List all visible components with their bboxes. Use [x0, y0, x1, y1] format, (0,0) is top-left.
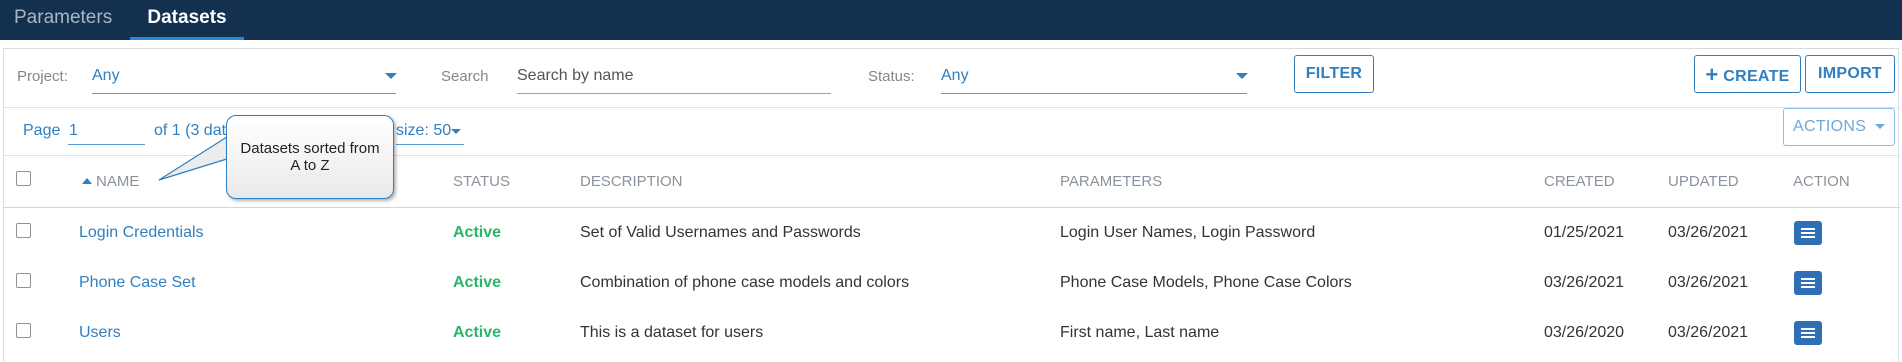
parameters-value: First name, Last name [1060, 324, 1220, 341]
description-value: This is a dataset for users [580, 324, 764, 341]
parameters-value: Login User Names, Login Password [1060, 224, 1316, 241]
actions-button-label: ACTIONS [1793, 118, 1867, 135]
filter-button[interactable]: FILTER [1294, 55, 1374, 93]
table-header-divider [4, 207, 1900, 208]
status-value: Active [453, 324, 502, 341]
project-dropdown-value: Any [92, 67, 120, 84]
page-count-text: of 1 (3 dat [154, 122, 227, 139]
datasets-panel: Project: Any Search Search by name Statu… [3, 48, 1900, 362]
dataset-name-link[interactable]: Login Credentials [79, 224, 204, 242]
row-action-menu-button[interactable] [1794, 221, 1822, 245]
column-header-created[interactable]: CREATED [1544, 173, 1615, 190]
column-header-name-label: NAME [96, 173, 140, 190]
page-label: Page [23, 122, 61, 139]
status-value: Active [453, 274, 502, 291]
sort-up-icon [82, 178, 92, 184]
column-header-status[interactable]: STATUS [453, 173, 510, 190]
updated-value: 03/26/2021 [1668, 324, 1749, 341]
status-dropdown-value: Any [941, 67, 969, 84]
description-value: Combination of phone case models and col… [580, 274, 910, 291]
caret-down-icon [1874, 124, 1885, 129]
column-header-action: ACTION [1793, 173, 1850, 190]
create-button-label: CREATE [1723, 68, 1790, 85]
row-checkbox[interactable] [16, 223, 31, 238]
tab-parameters[interactable]: Parameters [14, 0, 112, 40]
created-value: 03/26/2020 [1544, 324, 1625, 341]
row-checkbox[interactable] [16, 323, 31, 338]
tab-datasets[interactable]: Datasets [130, 0, 244, 40]
caret-down-icon [1236, 73, 1248, 79]
page-input-underline [68, 144, 145, 145]
row-action-menu-button[interactable] [1794, 321, 1822, 345]
created-value: 03/26/2021 [1544, 274, 1625, 291]
project-dropdown-underline [92, 93, 396, 94]
filter-divider [4, 107, 1900, 108]
active-tab-indicator [130, 37, 244, 40]
sort-annotation-callout: Datasets sorted from A to Z [226, 115, 394, 199]
search-placeholder: Search by name [517, 67, 634, 84]
column-header-description[interactable]: DESCRIPTION [580, 173, 683, 190]
dataset-name-link[interactable]: Phone Case Set [79, 274, 196, 292]
row-action-menu-button[interactable] [1794, 271, 1822, 295]
page-size-value: size: 50 [396, 122, 452, 139]
description-value: Set of Valid Usernames and Passwords [580, 224, 861, 241]
created-value: 01/25/2021 [1544, 224, 1625, 241]
status-dropdown-underline [941, 93, 1247, 94]
row-checkbox[interactable] [16, 273, 31, 288]
plus-icon: + [1705, 62, 1719, 87]
parameters-value: Phone Case Models, Phone Case Colors [1060, 274, 1352, 291]
column-header-parameters[interactable]: PARAMETERS [1060, 173, 1162, 190]
updated-value: 03/26/2021 [1668, 224, 1749, 241]
page-size-underline [396, 144, 464, 145]
callout-line-2: A to Z [290, 157, 330, 174]
caret-down-icon [385, 73, 397, 79]
import-button[interactable]: IMPORT [1805, 55, 1895, 93]
page-number-value: 1 [69, 122, 78, 139]
status-value: Active [453, 224, 502, 241]
actions-button[interactable]: ACTIONS [1783, 108, 1895, 146]
search-input-underline [517, 93, 831, 94]
updated-value: 03/26/2021 [1668, 274, 1749, 291]
create-button[interactable]: + CREATE [1694, 55, 1801, 93]
callout-line-1: Datasets sorted from [240, 140, 380, 157]
status-label: Status: [868, 68, 915, 85]
project-label: Project: [17, 68, 68, 85]
dataset-name-link[interactable]: Users [79, 324, 121, 342]
search-label: Search [441, 68, 489, 85]
caret-down-icon [451, 129, 461, 134]
select-all-checkbox[interactable] [16, 171, 31, 186]
column-header-updated[interactable]: UPDATED [1668, 173, 1739, 190]
top-nav-bar: Parameters Datasets [0, 0, 1902, 40]
